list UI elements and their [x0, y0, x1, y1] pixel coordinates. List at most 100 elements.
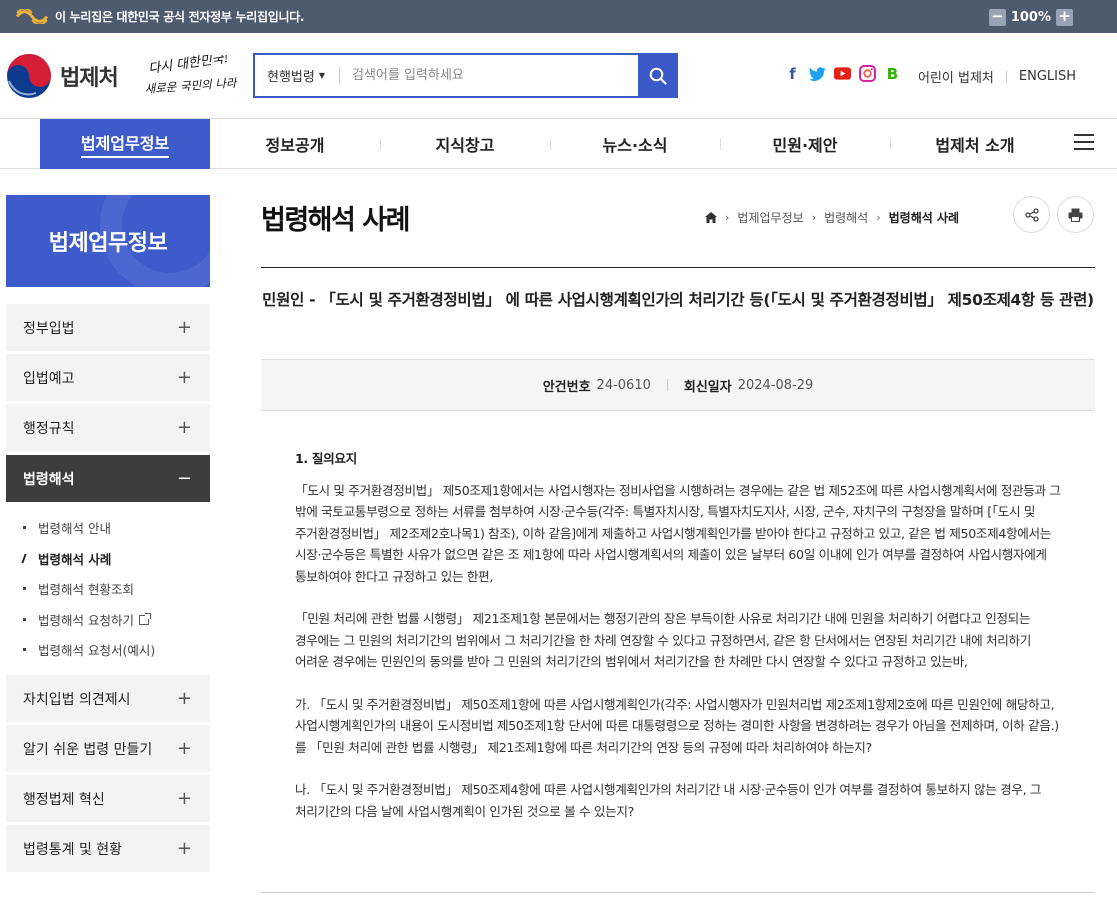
- gnb-item-info-disclosure[interactable]: 정보공개: [210, 119, 380, 169]
- body-paragraph: 나. 「도시 및 주거환경정비법」 제50조제4항에 따른 사업시행계획인가의 …: [295, 782, 1042, 819]
- sidebar-item-label: 자치입법 의견제시: [23, 691, 131, 708]
- gnb-item-label: 법제처 소개: [935, 136, 1015, 155]
- home-icon[interactable]: [705, 212, 717, 223]
- body-paragraph: 가. 「도시 및 주거환경정비법」 제50조제1항에 따른 사업시행계획인가(각…: [295, 696, 1059, 755]
- sidebar-item-label: 법령해석: [23, 471, 75, 488]
- gov-banner-text: 이 누리집은 대한민국 공식 전자정부 누리집입니다.: [55, 10, 305, 24]
- gnb-item-legal-work-info[interactable]: 법제업무정보: [40, 119, 210, 169]
- gnb-item-knowledge[interactable]: 지식창고: [380, 119, 550, 169]
- search-input[interactable]: [340, 55, 638, 96]
- instagram-icon[interactable]: [859, 65, 876, 82]
- search-button[interactable]: [638, 53, 678, 98]
- gnb-item-civil-petition[interactable]: 민원·제안: [720, 119, 890, 169]
- meta-divider: [666, 379, 668, 391]
- case-number-label: 안건번호: [542, 379, 591, 395]
- print-button[interactable]: [1057, 196, 1094, 233]
- share-button[interactable]: [1013, 196, 1050, 233]
- content-bottom-divider: [261, 892, 1095, 893]
- plus-icon: +: [176, 788, 192, 809]
- plus-icon: +: [176, 838, 192, 859]
- sidebar-item-gov-legislation[interactable]: 정부입법 +: [6, 304, 210, 351]
- facebook-icon[interactable]: f: [784, 65, 801, 83]
- document-title: 민원인 - 「도시 및 주거환경정비법」 에 따른 사업시행계획인가의 처리기간…: [262, 291, 1094, 309]
- search-icon: [649, 67, 667, 85]
- sidebar-item-label: 행정법제 혁신: [23, 791, 105, 808]
- page-title: 법령해석 사례: [261, 205, 410, 236]
- gnb-item-label: 법제업무정보: [80, 130, 170, 158]
- breadcrumb-item[interactable]: 법령해석: [824, 209, 868, 226]
- search-scope-select[interactable]: 현행법령 ▼: [255, 55, 339, 96]
- english-site-link[interactable]: ENGLISH: [1019, 69, 1076, 84]
- bullet-icon: [23, 587, 26, 590]
- sidebar-item-law-statistics[interactable]: 법령통계 및 현황 +: [6, 825, 210, 872]
- breadcrumb-item[interactable]: 법제업무정보: [737, 209, 803, 226]
- subitem-label: 법령해석 사례: [38, 552, 112, 567]
- zoom-in-button[interactable]: +: [1056, 9, 1073, 26]
- subitem-label: 법령해석 요청서(예시): [38, 643, 156, 658]
- gnb-item-label: 지식창고: [435, 136, 495, 155]
- sidebar-item-easy-law[interactable]: 알기 쉬운 법령 만들기 +: [6, 725, 210, 772]
- social-links: f B: [784, 65, 901, 83]
- sidebar-subitem-request-sample[interactable]: 법령해석 요청서(예시): [23, 640, 155, 659]
- sidebar-item-label: 입법예고: [23, 370, 75, 387]
- slogan-line1: 다시 대한민국!: [147, 55, 229, 77]
- zoom-control: − 100% +: [988, 9, 1073, 26]
- sidebar-item-admin-law-innovation[interactable]: 행정법제 혁신 +: [6, 775, 210, 822]
- youtube-icon[interactable]: [834, 65, 851, 82]
- sidebar-item-legislative-notice[interactable]: 입법예고 +: [6, 354, 210, 401]
- gnb-item-label: 정보공개: [265, 136, 325, 155]
- gnb-item-about[interactable]: 법제처 소개: [890, 119, 1060, 169]
- breadcrumb: › 법제업무정보 › 법령해석 › 법령해석 사례: [705, 209, 959, 226]
- subitem-label: 법령해석 요청하기: [38, 613, 134, 628]
- sidebar-title-box: 법제업무정보: [6, 195, 210, 287]
- reply-date-label: 회신일자: [683, 379, 732, 395]
- chevron-right-icon: ›: [811, 211, 817, 224]
- site-header: 법제처 다시 대한민국! 새로운 국민의 나라 현행법령 ▼ f B: [0, 33, 1117, 118]
- slogan-image: 다시 대한민국! 새로운 국민의 나라: [144, 55, 238, 96]
- zoom-out-button[interactable]: −: [988, 9, 1006, 26]
- sidebar-item-admin-rules[interactable]: 행정규칙 +: [6, 404, 210, 451]
- sidebar-subitem-request[interactable]: 법령해석 요청하기: [23, 610, 151, 629]
- zoom-value: 100%: [1010, 10, 1051, 25]
- bullet-icon: [23, 618, 26, 621]
- breadcrumb-current: 법령해석 사례: [888, 211, 960, 225]
- gnb-item-label: 뉴스·소식: [602, 136, 668, 155]
- sidebar-subitem-cases[interactable]: 법령해석 사례: [21, 549, 112, 568]
- sidebar-item-legal-interpretation[interactable]: 법령해석 −: [6, 455, 210, 502]
- blog-icon[interactable]: B: [884, 65, 901, 83]
- main-navigation: 법제업무정보 정보공개 지식창고 뉴스·소식 민원·제안 법제처 소개: [0, 118, 1117, 169]
- share-icon: [1024, 207, 1039, 222]
- sidebar-subitem-guide[interactable]: 법령해석 안내: [23, 518, 111, 537]
- slogan-line2: 새로운 국민의 나라: [144, 76, 238, 96]
- logo-text: 법제처: [60, 66, 119, 91]
- document-body: 1. 질의요지 「도시 및 주거환경정비법」 제50조제1항에서는 사업시행자는…: [295, 448, 1065, 843]
- current-marker-icon: [21, 554, 29, 563]
- sidebar-title: 법제업무정보: [48, 231, 168, 256]
- sidebar-item-local-legislation[interactable]: 자치입법 의견제시 +: [6, 675, 210, 722]
- kids-site-link[interactable]: 어린이 법제처: [918, 67, 994, 86]
- hamburger-menu-icon[interactable]: [1074, 134, 1094, 152]
- reply-date-value: 2024-08-29: [737, 377, 814, 393]
- title-divider: [261, 267, 1095, 268]
- plus-icon: +: [176, 688, 192, 709]
- bullet-icon: [23, 648, 26, 651]
- plus-icon: +: [176, 367, 192, 388]
- print-icon: [1068, 208, 1083, 222]
- sidebar-item-label: 법령통계 및 현황: [23, 841, 123, 858]
- plus-icon: +: [176, 317, 192, 338]
- sidebar-subitem-status[interactable]: 법령해석 현황조회: [23, 579, 134, 598]
- search-bar: 현행법령 ▼: [253, 53, 678, 98]
- utility-links: 어린이 법제처 ENGLISH: [918, 67, 1076, 86]
- taeguk-logo-icon: [7, 54, 51, 98]
- section-heading: 1. 질의요지: [295, 451, 357, 466]
- twitter-icon[interactable]: [809, 65, 826, 82]
- gov-symbol-icon: [16, 9, 48, 24]
- site-logo[interactable]: 법제처: [6, 53, 119, 99]
- body-paragraph: 「도시 및 주거환경정비법」 제50조제1항에서는 사업시행자는 정비사업을 시…: [295, 482, 1061, 584]
- chevron-right-icon: ›: [725, 211, 730, 224]
- gnb-item-label: 민원·제안: [772, 136, 838, 155]
- gov-banner: 이 누리집은 대한민국 공식 전자정부 누리집입니다. − 100% +: [0, 0, 1117, 33]
- caret-down-icon: ▼: [318, 71, 325, 80]
- subitem-label: 법령해석 안내: [38, 521, 111, 536]
- gnb-item-news[interactable]: 뉴스·소식: [550, 119, 720, 169]
